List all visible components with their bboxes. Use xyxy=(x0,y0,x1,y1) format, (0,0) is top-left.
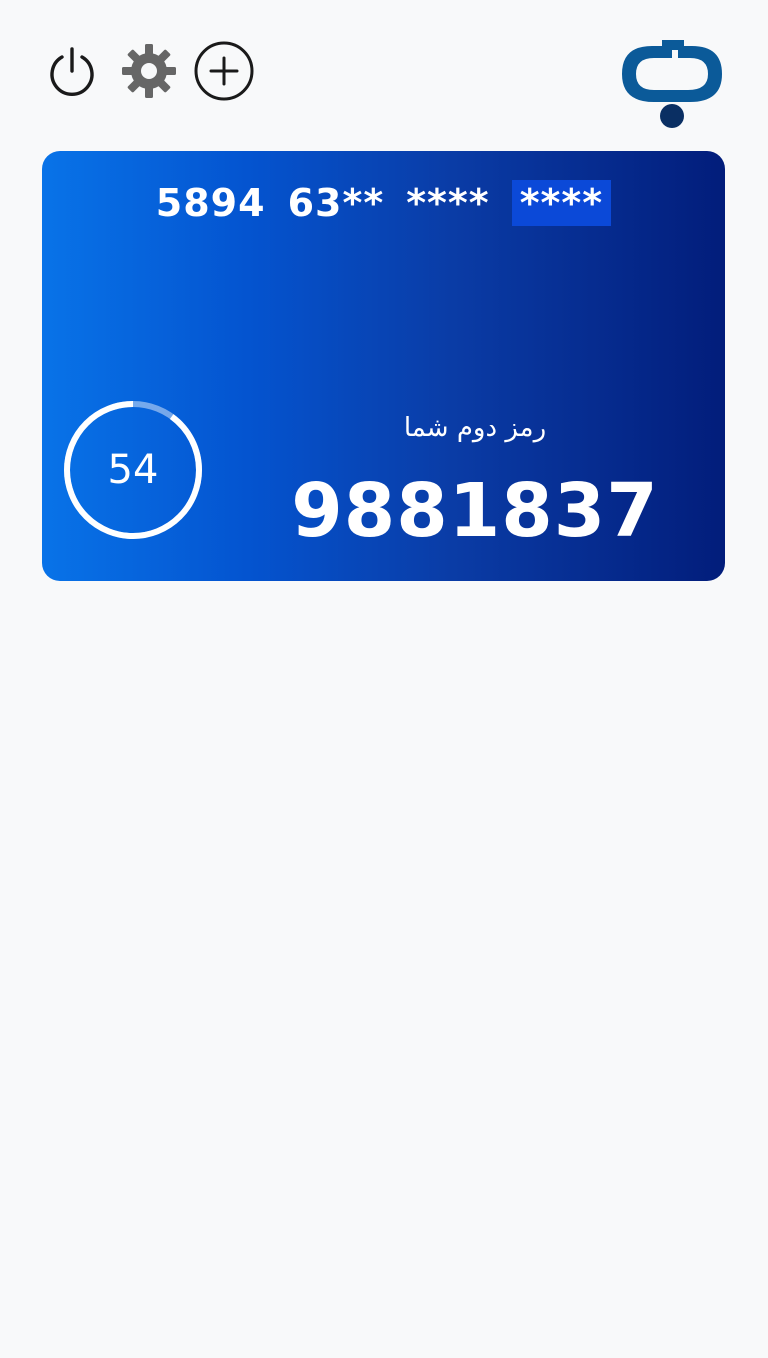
power-icon xyxy=(50,47,94,96)
countdown-timer: 54 xyxy=(62,399,204,541)
otp-label: رمز دوم شما xyxy=(403,413,547,443)
otp-card[interactable]: 5894 63** **** **** 54 رمز دوم شما 98818… xyxy=(42,151,725,581)
otp-code: 9881837 xyxy=(291,468,659,554)
timer-value: 54 xyxy=(107,447,159,493)
bank-logo xyxy=(618,38,726,130)
card-number-group-3: **** xyxy=(406,181,490,225)
card-number-group-2: 63** xyxy=(287,181,385,225)
power-button[interactable] xyxy=(46,45,98,97)
card-number-group-4: **** xyxy=(511,180,612,226)
add-card-button[interactable] xyxy=(193,40,255,102)
card-number-group-1: 5894 xyxy=(155,181,266,225)
top-bar xyxy=(0,0,768,140)
app-screen: 5894 63** **** **** 54 رمز دوم شما 98818… xyxy=(0,0,768,1358)
gear-icon xyxy=(122,44,176,98)
bank-refah-logo-icon xyxy=(622,40,722,128)
card-number: 5894 63** **** **** xyxy=(42,175,725,231)
plus-circle-icon xyxy=(194,41,254,101)
settings-button[interactable] xyxy=(120,42,178,100)
